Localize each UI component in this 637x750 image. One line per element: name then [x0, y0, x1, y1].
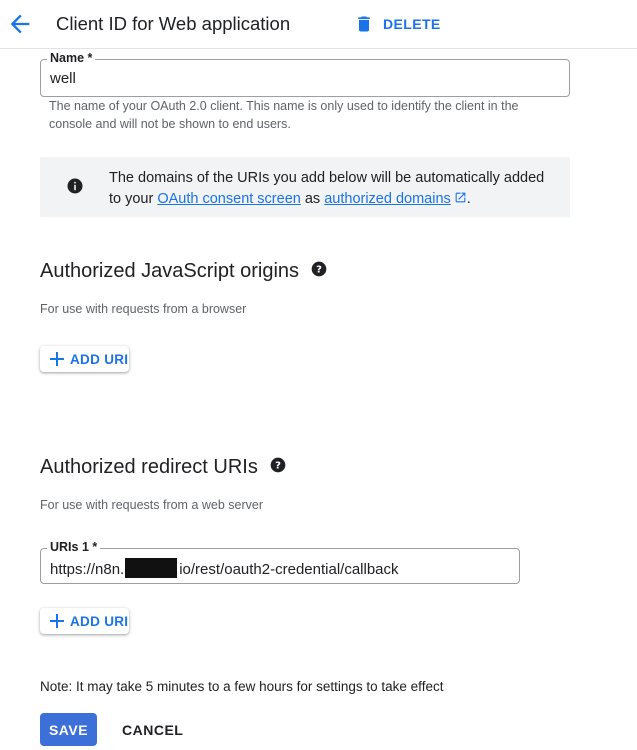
delete-button[interactable]: DELETE: [354, 12, 441, 36]
help-icon[interactable]: ?: [270, 456, 286, 479]
settings-note: Note: It may take 5 minutes to a few hou…: [40, 679, 444, 694]
redirect-uri-label: URIs 1 *: [47, 540, 101, 554]
add-redirect-uri-button[interactable]: ADD URI: [40, 608, 129, 634]
name-field[interactable]: well: [40, 59, 570, 97]
name-field-label: Name *: [47, 51, 96, 65]
app-header: Client ID for Web application DELETE: [0, 0, 637, 49]
redirect-uri-suffix: io/rest/oauth2-credential/callback: [179, 561, 399, 578]
js-origins-title: Authorized JavaScript origins: [40, 260, 300, 282]
name-value: well: [50, 70, 76, 87]
info-text: The domains of the URIs you add below wi…: [109, 168, 549, 210]
arrow-back-icon: [10, 14, 30, 34]
add-redirect-uri-label: ADD URI: [70, 613, 129, 629]
info-banner: The domains of the URIs you add below wi…: [40, 157, 570, 217]
svg-text:?: ?: [316, 265, 322, 276]
cancel-button[interactable]: CANCEL: [122, 713, 183, 746]
info-icon: [67, 178, 83, 194]
info-text-middle: as: [300, 191, 325, 207]
plus-icon: [50, 614, 64, 628]
redirect-uri-field[interactable]: https://n8n. io/rest/oauth2-credential/ca…: [40, 548, 520, 584]
redirect-title: Authorized redirect URIs: [40, 456, 258, 478]
name-helper-text: The name of your OAuth 2.0 client. This …: [49, 99, 519, 131]
add-js-origin-label: ADD URI: [70, 351, 129, 367]
page-title: Client ID for Web application: [56, 13, 291, 34]
save-button[interactable]: SAVE: [40, 713, 97, 746]
back-button[interactable]: [6, 10, 34, 38]
svg-text:?: ?: [275, 461, 281, 472]
js-origins-subtitle: For use with requests from a browser: [40, 302, 247, 316]
external-link-icon[interactable]: [454, 191, 467, 204]
js-origins-section-title: Authorized JavaScript origins ?: [40, 260, 327, 283]
info-text-after: .: [466, 191, 471, 207]
trash-icon: [358, 16, 370, 32]
redirect-uri-prefix: https://n8n.: [50, 561, 125, 578]
redirect-section-title: Authorized redirect URIs ?: [40, 456, 286, 479]
help-icon[interactable]: ?: [311, 260, 327, 283]
redacted-block: [125, 558, 178, 578]
redirect-subtitle: For use with requests from a web server: [40, 498, 263, 512]
oauth-consent-screen-link[interactable]: OAuth consent screen: [157, 191, 300, 207]
authorized-domains-link[interactable]: authorized domains: [324, 191, 451, 207]
add-js-origin-button[interactable]: ADD URI: [40, 346, 129, 372]
redirect-uri-value: https://n8n. io/rest/oauth2-credential/ca…: [50, 558, 399, 578]
delete-label: DELETE: [383, 16, 441, 32]
plus-icon: [50, 352, 64, 366]
